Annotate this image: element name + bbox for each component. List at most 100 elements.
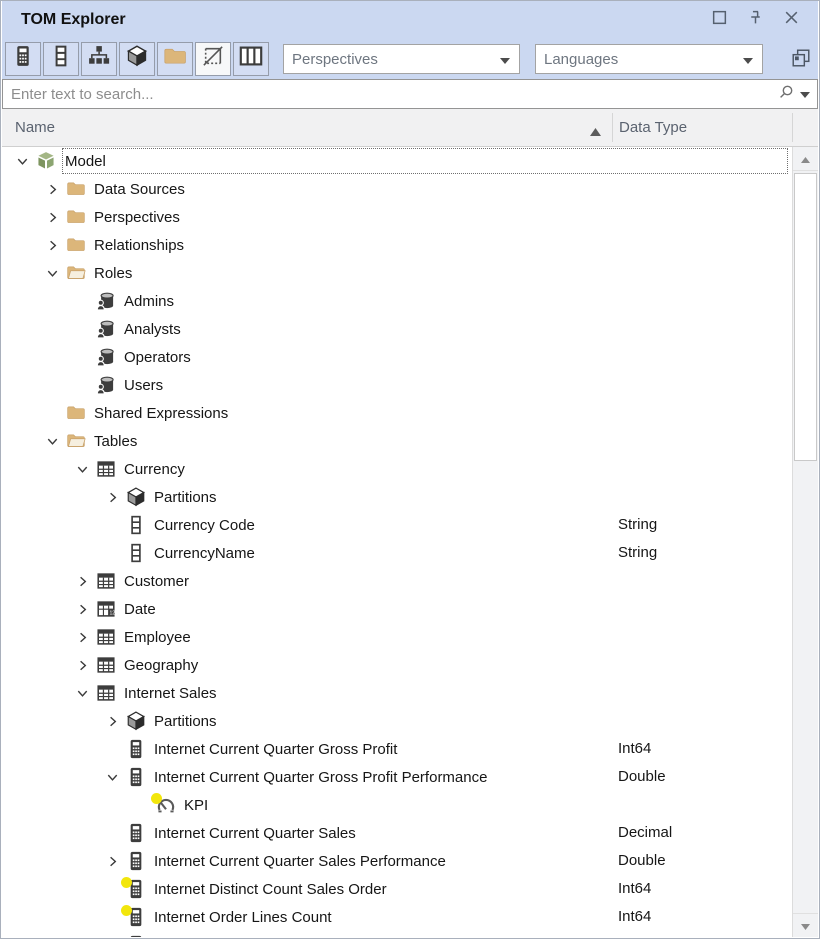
toggle-hidden-objects-button[interactable]	[195, 42, 231, 76]
folder-open-icon	[66, 263, 86, 283]
chevron-down-icon[interactable]	[100, 763, 124, 791]
data-type-value: Double	[618, 763, 666, 791]
cascade-windows-button[interactable]	[786, 48, 816, 72]
search-icon[interactable]	[778, 84, 794, 105]
float-button[interactable]	[708, 9, 730, 31]
tree-row[interactable]: Operators	[2, 343, 793, 371]
search-input[interactable]	[3, 86, 778, 103]
tree-row[interactable]: Currency CodeString	[2, 511, 793, 539]
partitions-icon	[126, 45, 148, 72]
toggle-column-view-button[interactable]	[233, 42, 269, 76]
tree-row[interactable]: Data Sources	[2, 175, 793, 203]
tree-row[interactable]: CurrencyNameString	[2, 539, 793, 567]
chevron-down-icon[interactable]	[70, 679, 94, 707]
toolbar-buttons	[2, 42, 269, 76]
toggle-partitions-button[interactable]	[119, 42, 155, 76]
tree-row[interactable]: Internet Order Lines CountInt64	[2, 903, 793, 931]
chevron-right-icon[interactable]	[70, 651, 94, 679]
tree-item-labelwrap: Tables	[92, 428, 788, 454]
toolbar: Perspectives Languages	[2, 38, 818, 79]
tree-row[interactable]: Internet Distinct Count Sales OrderInt64	[2, 875, 793, 903]
chevron-right-icon[interactable]	[70, 595, 94, 623]
chevron-right-icon[interactable]	[100, 707, 124, 735]
tree-item-labelwrap: Model	[62, 148, 788, 174]
tree-row[interactable]: Partitions	[2, 483, 793, 511]
pin-icon	[747, 9, 764, 31]
tree-row[interactable]: Employee	[2, 623, 793, 651]
folder-icon	[66, 207, 86, 227]
chevron-down-icon[interactable]	[800, 85, 810, 103]
column-separator[interactable]	[612, 113, 613, 142]
tree-row[interactable]: Tables	[2, 427, 793, 455]
tree-row[interactable]: Internet Sales	[2, 679, 793, 707]
perspectives-combobox[interactable]: Perspectives	[283, 44, 520, 74]
tree-item-label: Internet Distinct Count Sales Order	[152, 881, 387, 898]
tree-row[interactable]: 12Date	[2, 595, 793, 623]
tree-row[interactable]: Customer	[2, 567, 793, 595]
tree-row[interactable]: KPI	[2, 791, 793, 819]
tree-row[interactable]: Users	[2, 371, 793, 399]
role-icon	[96, 291, 116, 311]
object-tree: Model Data SourcesPerspectives Relationshi…	[2, 147, 793, 937]
tree-row[interactable]: Internet Current Quarter Sales Performan…	[2, 847, 793, 875]
chevron-right-icon[interactable]	[100, 847, 124, 875]
data-type-column-header[interactable]: Data Type	[619, 109, 687, 146]
tree-row[interactable]: Analysts	[2, 315, 793, 343]
chevron-right-icon[interactable]	[100, 483, 124, 511]
tree-row[interactable]: Internet Current Quarter Gross ProfitInt…	[2, 735, 793, 763]
measure-icon	[126, 767, 146, 787]
measure-icon	[126, 851, 146, 871]
toggle-columns-button[interactable]	[43, 42, 79, 76]
tree-row[interactable]: Internet Current Quarter Gross Profit Pe…	[2, 763, 793, 791]
tree-row[interactable]: Perspectives	[2, 203, 793, 231]
chevron-down-icon[interactable]	[40, 259, 64, 287]
tree-row[interactable]: Partitions	[2, 707, 793, 735]
cube-icon	[126, 487, 146, 507]
tree-row[interactable]: Currency	[2, 455, 793, 483]
tree-item-labelwrap: Geography	[122, 652, 788, 678]
measure-icon	[126, 935, 146, 937]
languages-combobox[interactable]: Languages	[535, 44, 763, 74]
folder-icon	[66, 179, 86, 199]
chevron-down-icon[interactable]	[40, 427, 64, 455]
tree-item-label: Analysts	[122, 321, 181, 338]
column-separator[interactable]	[792, 113, 793, 142]
tree-item-labelwrap: Partitions	[152, 484, 788, 510]
tree-item-label: Model	[63, 153, 106, 170]
chevron-down-icon[interactable]	[70, 455, 94, 483]
chevron-right-icon[interactable]	[40, 175, 64, 203]
tree-item-label: Customer	[122, 573, 189, 590]
tree-row[interactable]: Relationships	[2, 231, 793, 259]
titlebar: TOM Explorer	[2, 1, 818, 38]
tree-row[interactable]: Model	[2, 147, 793, 175]
tree-item-labelwrap: Data Sources	[92, 176, 788, 202]
chevron-right-icon[interactable]	[70, 567, 94, 595]
tree-row[interactable]: Shared Expressions	[2, 399, 793, 427]
chevron-right-icon[interactable]	[70, 623, 94, 651]
tree-row[interactable]: Internet Current Quarter SalesDecimal	[2, 819, 793, 847]
pin-button[interactable]	[744, 9, 766, 31]
toggle-measures-button[interactable]	[5, 42, 41, 76]
measure-icon	[126, 739, 146, 759]
tree-item-label: Relationships	[92, 237, 184, 254]
toggle-hierarchies-button[interactable]	[81, 42, 117, 76]
toggle-display-folders-button[interactable]	[157, 42, 193, 76]
chevron-right-icon[interactable]	[40, 231, 64, 259]
tree-row[interactable]: Geography	[2, 651, 793, 679]
name-column-header[interactable]: Name	[15, 109, 55, 146]
scroll-down-button[interactable]	[793, 913, 818, 937]
tree-row[interactable]	[2, 931, 793, 937]
chevron-down-icon[interactable]	[10, 147, 34, 175]
scroll-up-button[interactable]	[793, 147, 818, 171]
tree-item-label: Shared Expressions	[92, 405, 228, 422]
tree-item-labelwrap: Relationships	[92, 232, 788, 258]
tree-item-labelwrap: Partitions	[152, 708, 788, 734]
tree-row[interactable]: Roles	[2, 259, 793, 287]
tree-row[interactable]: Admins	[2, 287, 793, 315]
scrollbar-thumb[interactable]	[794, 173, 817, 461]
vertical-scrollbar[interactable]	[792, 147, 818, 937]
chevron-placeholder	[70, 287, 94, 315]
chevron-right-icon[interactable]	[40, 203, 64, 231]
tree-item-label: KPI	[182, 797, 208, 814]
close-button[interactable]	[780, 9, 802, 31]
